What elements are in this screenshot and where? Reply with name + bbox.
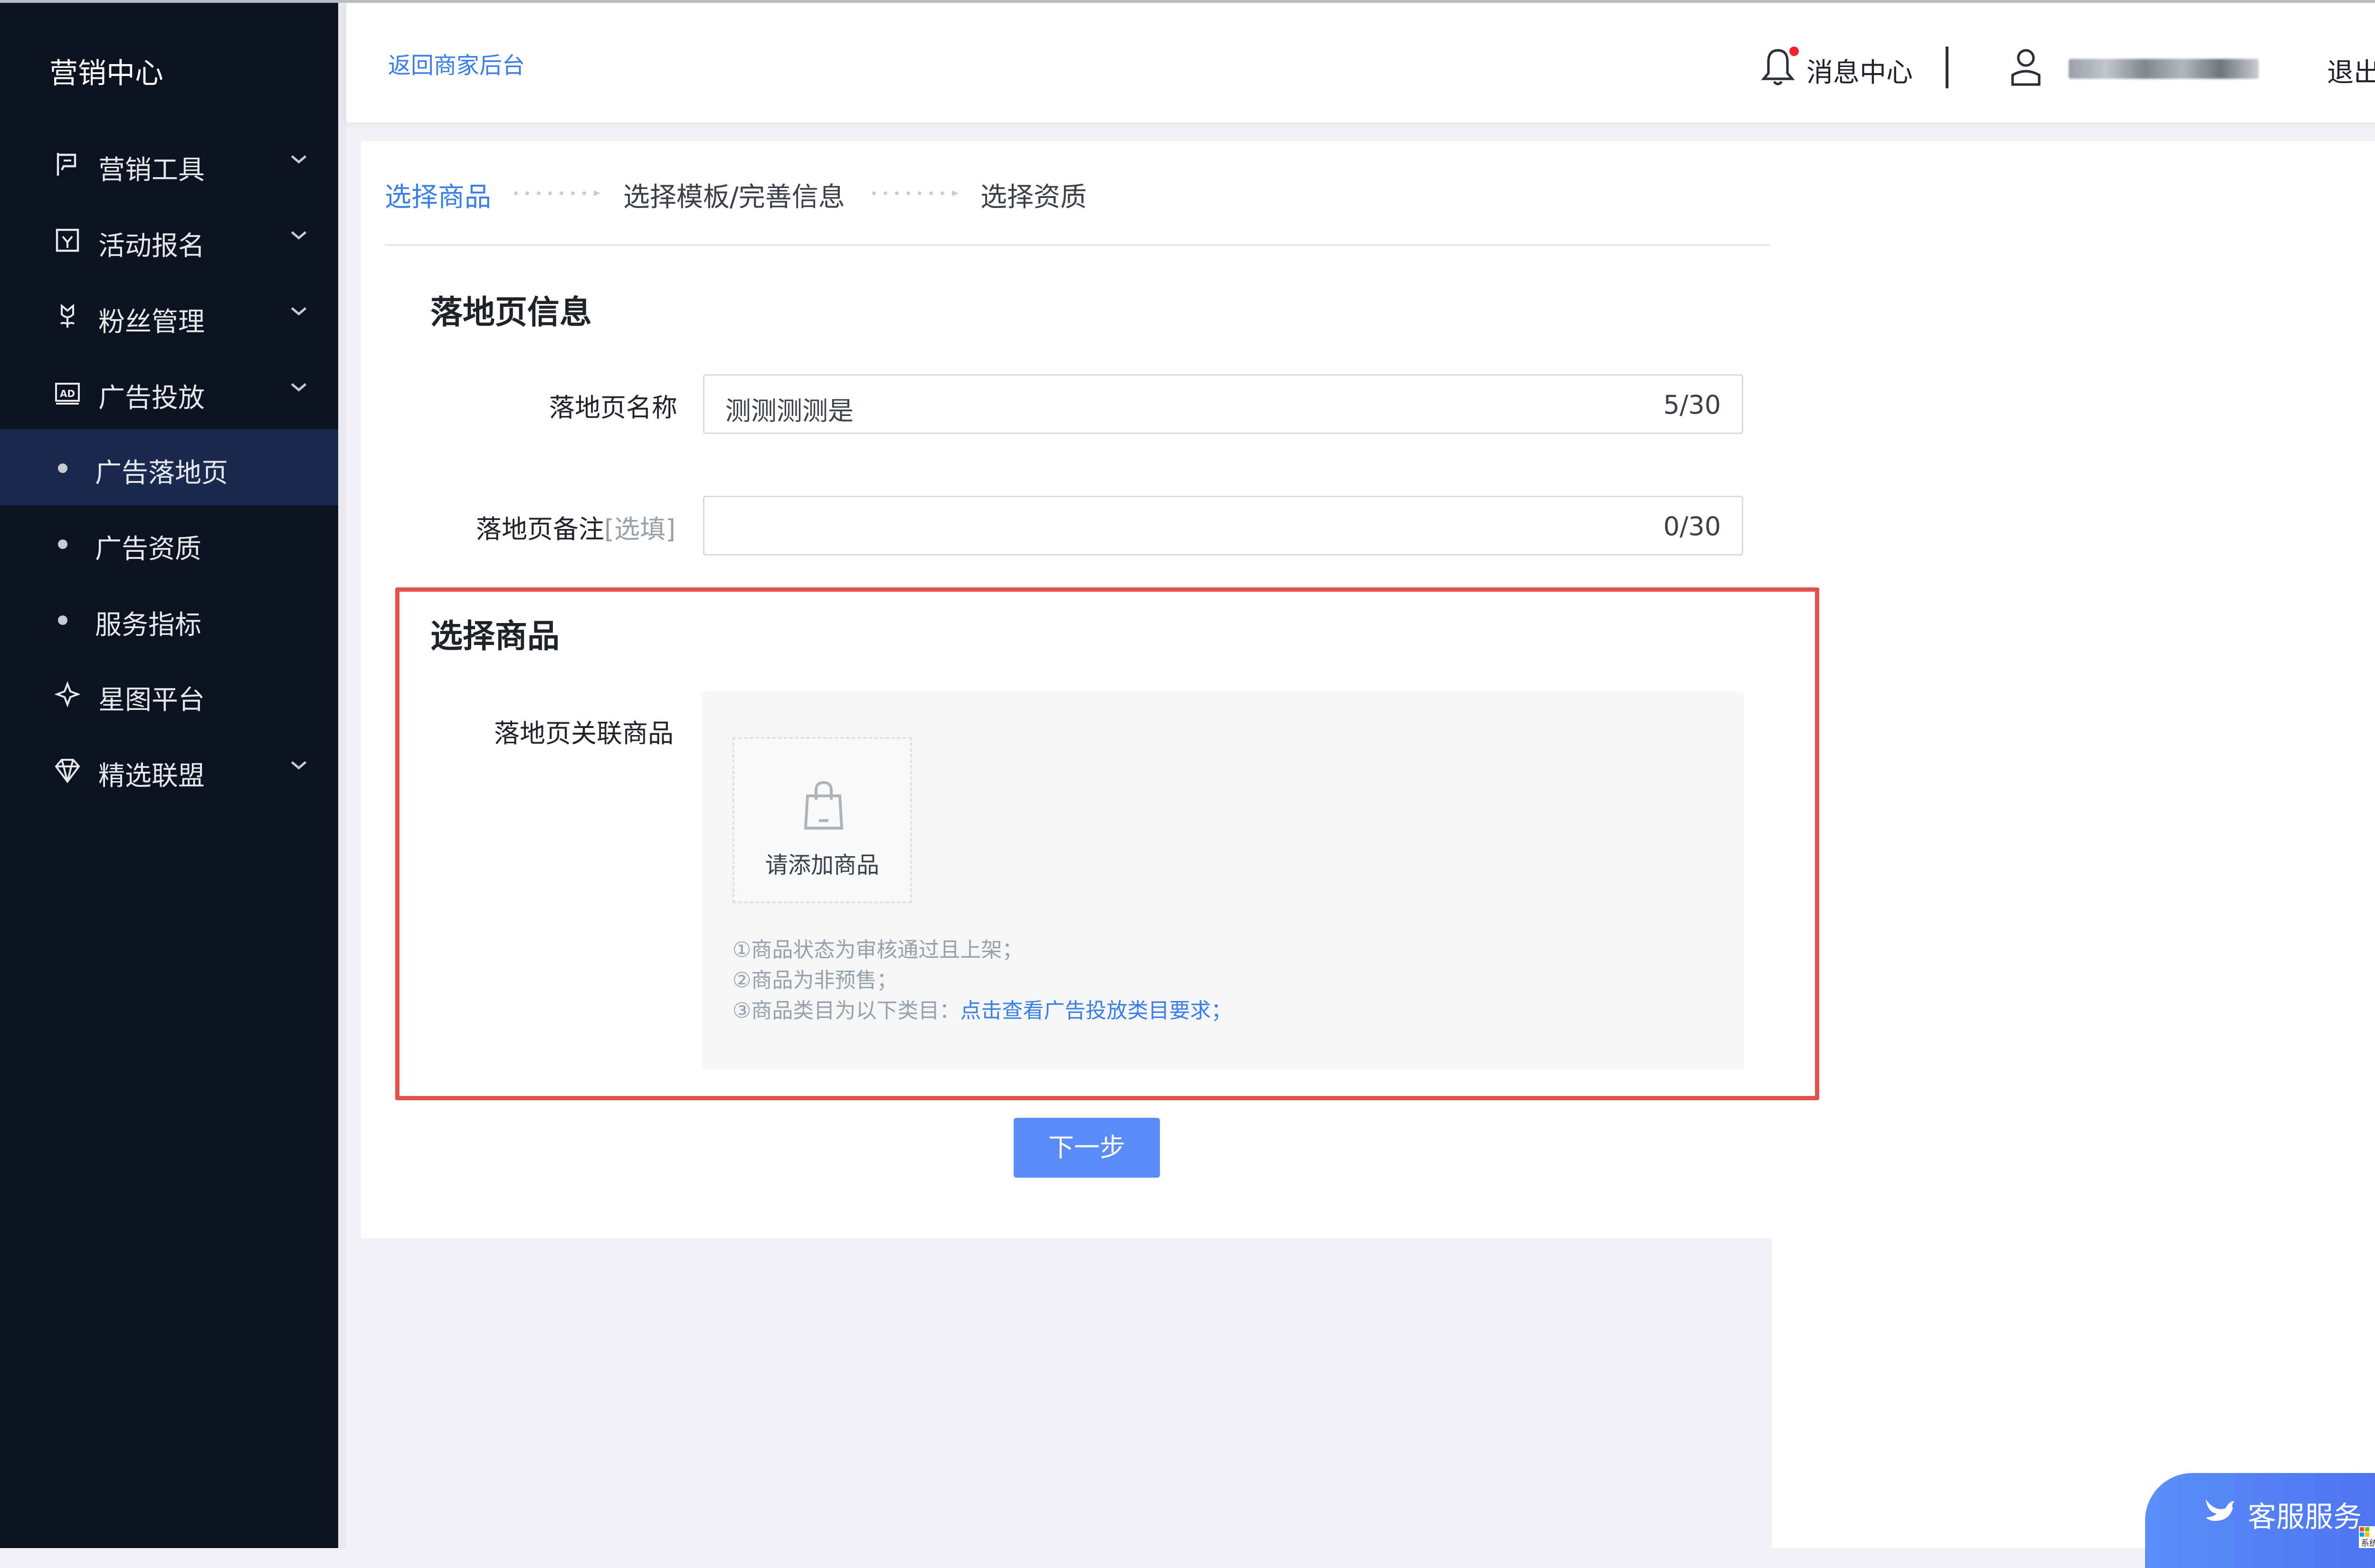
bullet-icon <box>58 539 67 549</box>
message-center-link[interactable]: 消息中心 <box>1806 51 1913 90</box>
sidebar-title: 营销中心 <box>49 57 163 90</box>
rule-1: ①商品状态为审核通过且上架； <box>732 938 1023 962</box>
landing-remark-label-text: 落地页备注 <box>476 514 604 544</box>
step-connector <box>871 190 960 197</box>
user-icon[interactable] <box>2007 47 2045 87</box>
section-title-select-product: 选择商品 <box>430 618 560 655</box>
chevron-down-icon <box>287 299 311 323</box>
sidebar-subitem-ad-landing-page[interactable]: 广告落地页 <box>0 429 338 505</box>
add-product-button[interactable]: 请添加商品 <box>732 737 912 903</box>
sidebar-item-marketing-tools[interactable]: 营销工具 <box>0 127 338 201</box>
landing-name-value: 测测测测是 <box>725 396 854 426</box>
section-title-landing-info: 落地页信息 <box>430 294 592 331</box>
shopping-bag-icon <box>800 779 847 832</box>
back-to-merchant-link[interactable]: 返回商家后台 <box>388 47 525 80</box>
landing-name-input[interactable]: 测测测测是 5/30 <box>703 374 1743 434</box>
sidebar-item-label: 粉丝管理 <box>98 307 205 338</box>
landing-remark-input[interactable]: 0/30 <box>703 496 1743 556</box>
sidebar-item-label: 精选联盟 <box>98 761 205 792</box>
steps-divider <box>385 244 1770 246</box>
sidebar-subitem-ad-qualification[interactable]: 广告资质 <box>0 505 338 581</box>
bird-icon <box>2202 1492 2238 1528</box>
landing-name-count: 5/30 <box>1663 390 1721 420</box>
right-panel <box>1772 142 2375 1548</box>
top-header: 返回商家后台 消息中心 退出 <box>346 3 2375 123</box>
rule-2: ②商品为非预售； <box>732 968 898 992</box>
rule-3-text: ③商品类目为以下类目： <box>732 999 960 1023</box>
add-product-label: 请添加商品 <box>765 852 879 878</box>
chevron-down-icon <box>287 375 311 399</box>
landing-remark-count: 0/30 <box>1663 511 1721 541</box>
star-icon <box>52 679 83 709</box>
chevron-down-icon <box>287 147 311 171</box>
step-connector <box>513 190 601 197</box>
next-step-button[interactable]: 下一步 <box>1014 1118 1160 1178</box>
sidebar-item-label: 活动报名 <box>98 231 205 262</box>
sidebar-subitem-label: 广告落地页 <box>95 458 228 489</box>
logout-button[interactable]: 退出 <box>2327 51 2375 90</box>
optional-hint: [选填] <box>604 514 676 544</box>
ad-icon: AD <box>52 377 83 407</box>
landing-name-label: 落地页名称 <box>549 393 677 423</box>
bullet-icon <box>58 615 67 625</box>
step-select-product: 选择商品 <box>385 182 491 213</box>
flag-icon <box>52 149 83 179</box>
watermark: 系统粉 <box>2359 1526 2375 1549</box>
rule-3: ③商品类目为以下类目：点击查看广告投放类目要求； <box>732 993 1232 1024</box>
bullet-icon <box>58 463 67 473</box>
related-product-label: 落地页关联商品 <box>494 718 674 748</box>
watermark-text: 系统粉 <box>2361 1539 2375 1549</box>
sidebar-item-star-platform[interactable]: 星图平台 <box>0 657 338 731</box>
chevron-down-icon <box>287 223 311 247</box>
header-divider <box>1946 47 1948 88</box>
sidebar-item-activity-signup[interactable]: 活动报名 <box>0 203 338 277</box>
sidebar-item-label: 广告投放 <box>98 383 205 414</box>
customer-service-button[interactable]: 客服服务 <box>2145 1473 2375 1568</box>
sidebar: 营销中心 营销工具 活动报名 粉丝管理 AD 广告投放 广告落地页 广告资质 服… <box>0 3 346 1548</box>
customer-service-label: 客服服务 <box>2248 1501 2362 1534</box>
calendar-icon <box>52 225 83 255</box>
windows-logo-icon <box>2360 1527 2369 1537</box>
sidebar-item-ad-delivery[interactable]: AD 广告投放 <box>0 355 338 429</box>
sidebar-item-fans[interactable]: 粉丝管理 <box>0 279 338 353</box>
username-blurred <box>2069 59 2259 79</box>
category-requirements-link[interactable]: 点击查看广告投放类目要求； <box>960 999 1232 1023</box>
sidebar-item-label: 星图平台 <box>98 685 205 716</box>
notification-dot <box>1789 47 1799 56</box>
sidebar-subitem-label: 广告资质 <box>95 534 201 565</box>
sidebar-subitem-label: 服务指标 <box>95 610 201 641</box>
step-select-template: 选择模板/完善信息 <box>623 182 845 213</box>
sidebar-item-selected-alliance[interactable]: 精选联盟 <box>0 733 338 807</box>
sidebar-edge <box>338 3 346 1548</box>
landing-remark-label: 落地页备注[选填] <box>476 508 675 546</box>
step-select-qualification: 选择资质 <box>980 182 1087 213</box>
chevron-down-icon <box>287 753 311 777</box>
svg-text:AD: AD <box>60 388 75 399</box>
flower-icon <box>52 301 83 331</box>
sidebar-item-label: 营销工具 <box>98 155 205 186</box>
product-area: 请添加商品 ①商品状态为审核通过且上架； ②商品为非预售； ③商品类目为以下类目… <box>702 691 1744 1069</box>
sidebar-subitem-service-metrics[interactable]: 服务指标 <box>0 581 338 657</box>
diamond-icon <box>52 755 83 785</box>
